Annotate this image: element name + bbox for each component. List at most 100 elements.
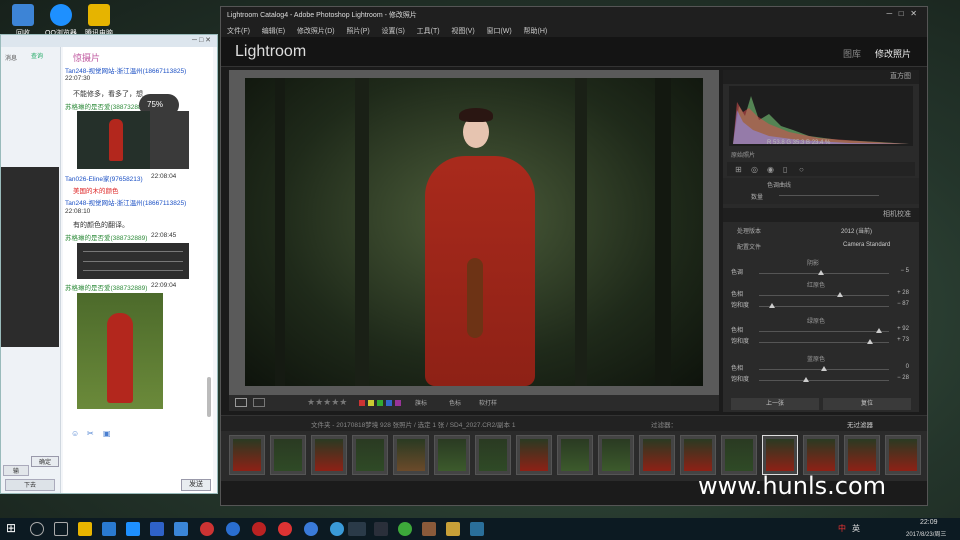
image-icon[interactable]: ▣ bbox=[103, 429, 111, 438]
menu-window[interactable]: 窗口(W) bbox=[486, 28, 511, 35]
app-icon[interactable] bbox=[446, 522, 460, 536]
message-author[interactable]: 苏格琳的是否爱(388732889) bbox=[65, 282, 147, 292]
filmstrip-thumbnail[interactable] bbox=[229, 435, 265, 475]
filmstrip-thumbnail[interactable] bbox=[721, 435, 757, 475]
chat-window-controls[interactable]: ─ □ ✕ bbox=[192, 36, 211, 44]
desktop-icon-recycle[interactable]: 回收 bbox=[6, 4, 40, 38]
app-icon[interactable] bbox=[330, 522, 344, 536]
filmstrip-thumbnail[interactable] bbox=[680, 435, 716, 475]
app-icon[interactable] bbox=[150, 522, 164, 536]
filmstrip-thumbnail[interactable] bbox=[598, 435, 634, 475]
send-button[interactable]: 发送 bbox=[181, 479, 211, 491]
message-author[interactable]: 苏格琳的是否爱(388732889) bbox=[65, 232, 147, 242]
app-icon[interactable] bbox=[470, 522, 484, 536]
filmstrip-thumbnail[interactable] bbox=[434, 435, 470, 475]
original-photo-checkbox[interactable]: 原始照片 bbox=[731, 150, 755, 159]
menu-help[interactable]: 帮助(H) bbox=[524, 28, 548, 35]
filmstrip-thumbnail[interactable] bbox=[393, 435, 429, 475]
task-view-icon[interactable] bbox=[54, 522, 68, 536]
message-author[interactable]: Tan026-Eline家(97658213) bbox=[65, 173, 143, 183]
browser-icon[interactable] bbox=[126, 522, 140, 536]
search-icon[interactable] bbox=[30, 522, 44, 536]
soft-proof-checkbox[interactable]: 软打样 bbox=[479, 398, 497, 407]
tray-input-zh[interactable]: 中 bbox=[838, 523, 846, 534]
filmstrip-thumbnail[interactable] bbox=[270, 435, 306, 475]
main-photo[interactable] bbox=[245, 78, 703, 386]
slider-track[interactable] bbox=[759, 380, 889, 381]
menu-develop[interactable]: 修改照片(D) bbox=[297, 28, 335, 35]
app-icon[interactable] bbox=[304, 522, 318, 536]
message-author[interactable]: Tan248-视觉网站-浙江温州(18667113825) bbox=[65, 197, 211, 207]
menu-view[interactable]: 视图(V) bbox=[451, 28, 474, 35]
previous-button[interactable]: 上一张 bbox=[731, 398, 819, 410]
red-eye-icon[interactable]: ◉ bbox=[767, 165, 774, 174]
confirm-button[interactable]: 确定 bbox=[31, 456, 59, 467]
spot-removal-icon[interactable]: ◎ bbox=[751, 165, 758, 174]
filmstrip-thumbnail[interactable] bbox=[639, 435, 675, 475]
color-label-green[interactable] bbox=[377, 400, 383, 406]
app-icon[interactable] bbox=[252, 522, 266, 536]
emoji-icon[interactable]: ☺ bbox=[71, 429, 79, 438]
filmstrip-thumbnail[interactable] bbox=[885, 435, 921, 475]
histogram-header[interactable]: 直方图 bbox=[723, 70, 919, 84]
search-label[interactable]: 查询 bbox=[31, 51, 43, 60]
filmstrip-thumbnail[interactable] bbox=[803, 435, 839, 475]
graduated-filter-icon[interactable]: ▯ bbox=[783, 165, 787, 174]
flag-label[interactable]: 旗标 bbox=[415, 398, 427, 407]
chat-sidebar-item[interactable]: 消息 bbox=[5, 53, 17, 62]
slider-handle[interactable] bbox=[836, 292, 843, 297]
image-attachment[interactable] bbox=[77, 293, 163, 409]
module-library[interactable]: 图库 bbox=[843, 47, 861, 60]
tray-input-en[interactable]: 英 bbox=[852, 523, 860, 534]
store-icon[interactable] bbox=[102, 522, 116, 536]
image-attachment[interactable] bbox=[77, 111, 189, 169]
filmstrip-thumbnail[interactable] bbox=[844, 435, 880, 475]
slider-handle[interactable] bbox=[802, 377, 809, 382]
menu-edit[interactable]: 编辑(E) bbox=[262, 28, 285, 35]
color-label-red[interactable] bbox=[359, 400, 365, 406]
dropdown-combo[interactable]: 下去 bbox=[5, 479, 55, 491]
slider-handle[interactable] bbox=[818, 270, 825, 275]
slider-track[interactable] bbox=[759, 295, 889, 296]
radial-filter-icon[interactable]: ○ bbox=[799, 165, 804, 174]
view-mode-icon[interactable] bbox=[235, 398, 247, 407]
module-develop[interactable]: 修改照片 bbox=[875, 47, 911, 60]
app-icon[interactable] bbox=[174, 522, 188, 536]
app-icon[interactable] bbox=[226, 522, 240, 536]
clock-date[interactable]: 2017/8/23/周三 bbox=[906, 529, 946, 538]
app-icon[interactable] bbox=[422, 522, 436, 536]
amount-slider[interactable] bbox=[779, 195, 879, 196]
slider-track[interactable] bbox=[759, 331, 889, 332]
app-icon[interactable] bbox=[200, 522, 214, 536]
filmstrip-thumbnail[interactable] bbox=[475, 435, 511, 475]
filmstrip-thumbnail[interactable] bbox=[516, 435, 552, 475]
file-explorer-icon[interactable] bbox=[78, 522, 92, 536]
slider-handle[interactable] bbox=[875, 328, 882, 333]
menu-file[interactable]: 文件(F) bbox=[227, 28, 250, 35]
slider-handle[interactable] bbox=[866, 339, 873, 344]
compare-icon[interactable] bbox=[253, 398, 265, 407]
lightroom-taskbar-icon[interactable] bbox=[348, 522, 366, 536]
filmstrip-thumbnail[interactable] bbox=[352, 435, 388, 475]
photoshop-icon[interactable] bbox=[374, 522, 388, 536]
reset-button[interactable]: 复位 bbox=[823, 398, 911, 410]
profile-dropdown[interactable]: Camera Standard bbox=[843, 242, 890, 248]
desktop-icon-browser[interactable]: QQ浏览器 bbox=[44, 4, 78, 38]
app-icon[interactable] bbox=[278, 522, 292, 536]
slider-handle[interactable] bbox=[821, 366, 827, 371]
slider-track[interactable] bbox=[759, 306, 889, 307]
filmstrip-thumbnail[interactable] bbox=[557, 435, 593, 475]
crop-icon[interactable]: ⊞ bbox=[735, 165, 742, 174]
wechat-icon[interactable] bbox=[398, 522, 412, 536]
window-controls[interactable]: ─ □ ✕ bbox=[886, 9, 917, 18]
clock-time[interactable]: 22:09 bbox=[920, 519, 938, 526]
menu-photo[interactable]: 照片(P) bbox=[346, 28, 369, 35]
folder-path[interactable]: 文件夹 - 20170818梦境 928 张照片 / 选定 1 张 / SD4_… bbox=[311, 419, 515, 429]
scissors-icon[interactable]: ✂ bbox=[87, 429, 94, 438]
menu-tools[interactable]: 工具(T) bbox=[417, 28, 440, 35]
color-label-yellow[interactable] bbox=[368, 400, 374, 406]
start-icon[interactable]: ⊞ bbox=[6, 521, 16, 535]
image-attachment[interactable] bbox=[77, 243, 189, 279]
section-title[interactable]: 色调曲线 bbox=[767, 180, 791, 189]
star-rating[interactable]: ★★★★★ bbox=[307, 397, 347, 408]
